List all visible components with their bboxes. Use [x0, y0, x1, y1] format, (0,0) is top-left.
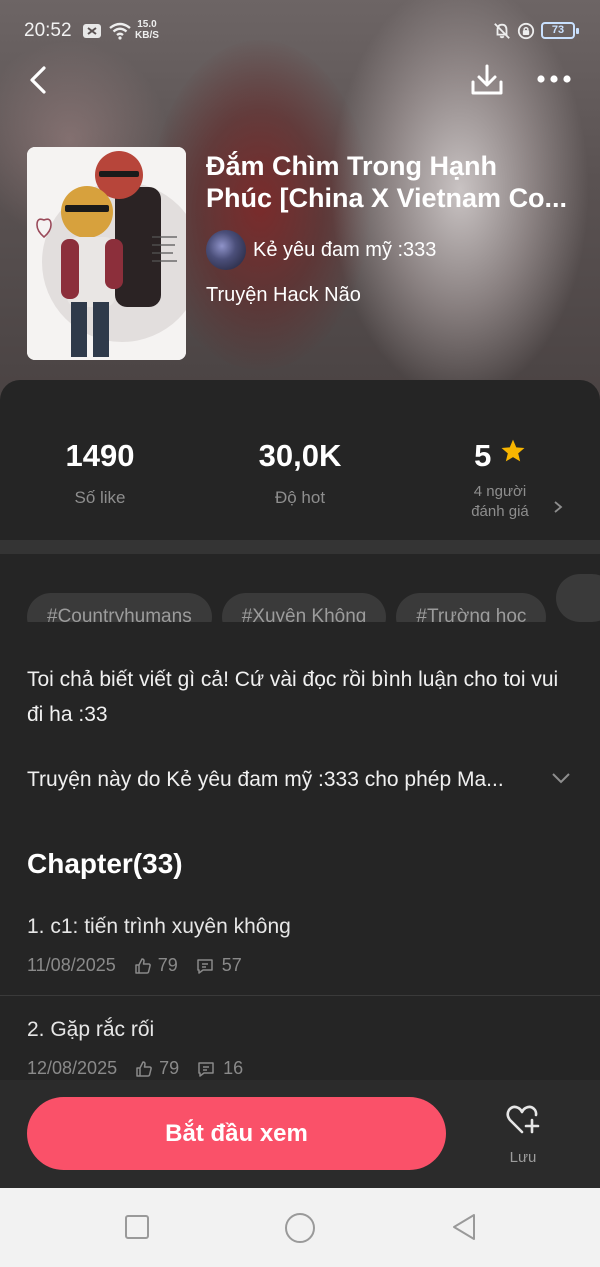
chapter-name: 1. c1: tiến trình xuyên không: [27, 915, 291, 938]
row-divider: [0, 995, 600, 996]
tag-chip[interactable]: #Trường học: [396, 593, 547, 622]
download-icon[interactable]: [470, 64, 504, 96]
save-label: Lưu: [509, 1149, 537, 1166]
chapter-date: 12/08/2025: [27, 1058, 118, 1078]
bell-muted-icon: [494, 23, 510, 39]
star-icon: [501, 439, 525, 462]
author-avatar[interactable]: [206, 230, 246, 270]
stat-rating[interactable]: 5 4 người đánh giá: [400, 438, 600, 522]
chevron-down-icon[interactable]: [551, 772, 571, 784]
tag-chip[interactable]: #Xuyên Không: [221, 593, 387, 622]
thumbs-up-icon: [136, 1060, 152, 1077]
story-description: Toi chả biết viết gì cả! Cứ vài đọc rồi …: [27, 668, 559, 726]
back-arrow-icon[interactable]: [26, 66, 50, 94]
story-cover-image: [27, 147, 186, 360]
status-time: 20:52: [24, 20, 72, 41]
stat-hot: 30,0K Độ hot: [258, 438, 342, 507]
license-text[interactable]: Truyện này do Kẻ yêu đam mỹ :333 cho phé…: [27, 768, 547, 792]
stat-likes: 1490 Số like: [65, 438, 135, 507]
section-divider: [0, 540, 600, 554]
back-triangle-icon[interactable]: [450, 1212, 478, 1242]
network-speed: 15.0 KB/S: [135, 19, 159, 41]
lock-rotation-icon: [517, 22, 535, 40]
chapter-row[interactable]: 1. c1: tiến trình xuyên không 11/08/2025…: [0, 915, 600, 1015]
comment-icon: [198, 1061, 214, 1077]
tag-chip[interactable]: #Countryhumans: [27, 593, 212, 622]
chapter-comments: 16: [223, 1058, 244, 1078]
recent-apps-icon[interactable]: [124, 1214, 150, 1240]
chapter-comments: 57: [221, 955, 242, 975]
home-icon[interactable]: [284, 1212, 316, 1244]
tag-list: #Countryhumans #Xuyên Không #Trường học: [27, 574, 600, 622]
chapter-meta: 12/08/2025 79 16: [27, 1058, 249, 1079]
stats-row: 1490 Số like 30,0K Độ hot 5 4 người đánh…: [0, 380, 600, 540]
story-detail-sheet: 1490 Số like 30,0K Độ hot 5 4 người đánh…: [0, 380, 600, 1188]
chapter-list-heading: Chapter(33): [27, 848, 183, 879]
status-bar: 20:52 15.0 KB/S 73: [0, 0, 600, 60]
system-navigation-bar: [0, 1188, 600, 1267]
chapter-likes: 79: [157, 955, 178, 975]
wifi-icon: [109, 22, 131, 40]
author-name[interactable]: Kẻ yêu đam mỹ :333: [253, 239, 436, 262]
tag-chip-partial[interactable]: [556, 574, 600, 622]
more-options-icon[interactable]: [536, 74, 572, 84]
bottom-action-bar: Bắt đầu xem Lưu: [0, 1080, 600, 1188]
story-title: Đắm Chìm Trong Hạnh Phúc [China X Vietna…: [206, 151, 568, 213]
thumbs-up-icon: [135, 957, 151, 974]
message-notification-icon: [83, 24, 101, 38]
chapter-date: 11/08/2025: [27, 955, 116, 975]
story-category[interactable]: Truyện Hack Não: [206, 284, 361, 307]
comment-icon: [197, 958, 213, 974]
heart-plus-icon: [506, 1105, 540, 1134]
battery-indicator: 73: [541, 22, 579, 39]
chapter-name: 2. Gặp rắc rối: [27, 1018, 155, 1041]
chevron-right-icon[interactable]: [553, 500, 563, 514]
chapter-meta: 11/08/2025 79 57: [27, 955, 248, 976]
start-reading-button[interactable]: Bắt đầu xem: [27, 1097, 446, 1170]
cover-illustration: [27, 147, 186, 360]
save-button[interactable]: Lưu: [490, 1104, 556, 1166]
chapter-likes: 79: [159, 1058, 180, 1078]
